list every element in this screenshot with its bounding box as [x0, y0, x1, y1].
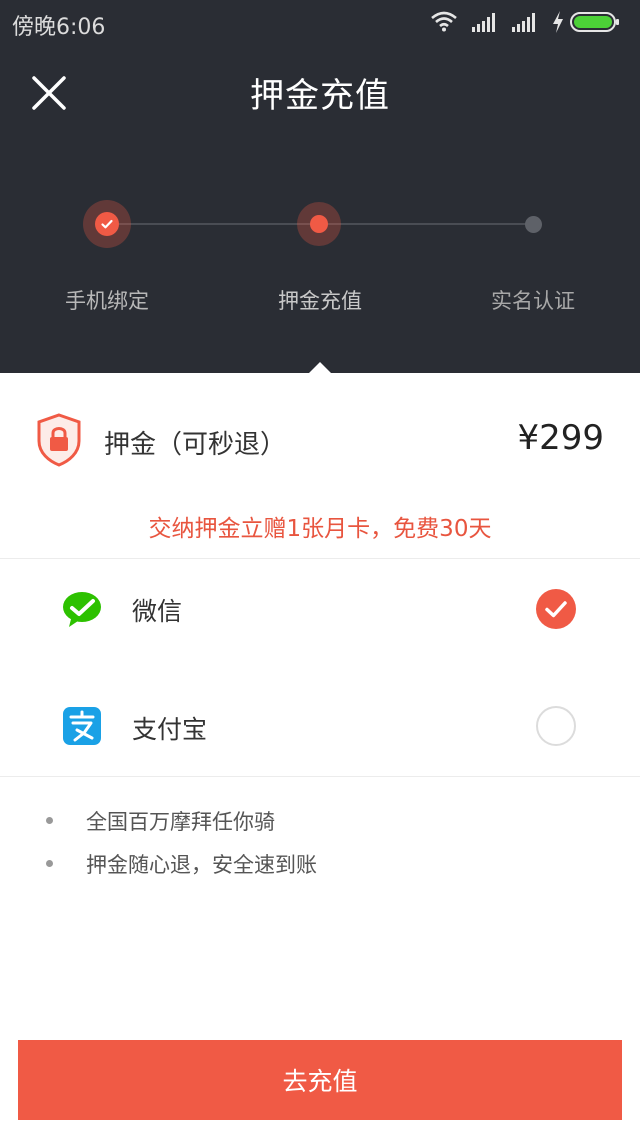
payment-label-alipay: 支付宝 — [132, 715, 208, 744]
deposit-amount: ¥299 — [517, 418, 604, 458]
page-title: 押金充值 — [250, 76, 390, 116]
step-label-verify: 实名认证 — [491, 289, 575, 313]
note-text: 全国百万摩拜任你骑 — [86, 810, 275, 834]
payment-option-alipay[interactable]: 支付宝 — [0, 672, 640, 782]
bullet-icon — [46, 817, 53, 824]
step-pending-indicator — [525, 216, 542, 233]
status-bar: 傍晚6:06 — [0, 0, 640, 44]
charging-icon — [553, 11, 563, 33]
payment-option-wechat[interactable]: 微信 — [0, 554, 640, 664]
step-active-indicator — [310, 215, 328, 233]
radio-unselected[interactable] — [536, 706, 576, 746]
status-time: 傍晚6:06 — [12, 15, 106, 40]
wifi-icon — [431, 11, 457, 32]
shield-lock-icon — [37, 413, 81, 467]
check-icon — [101, 219, 113, 229]
signal-icon — [512, 13, 535, 32]
battery-icon — [570, 12, 619, 32]
check-icon — [545, 601, 567, 618]
step-pointer — [309, 362, 331, 373]
recharge-button[interactable]: 去充值 — [18, 1040, 622, 1120]
step-label-deposit: 押金充值 — [278, 289, 362, 313]
deposit-label: 押金（可秒退） — [104, 430, 287, 460]
note-item: 全国百万摩拜任你骑 — [0, 806, 640, 836]
header-panel: 傍晚6:06 押金充值 手机绑定 押金充值 实名认证 — [0, 0, 640, 373]
payment-label-wechat: 微信 — [132, 597, 183, 626]
step-done-indicator — [95, 212, 119, 236]
note-item: 押金随心退，安全速到账 — [0, 849, 640, 879]
note-text: 押金随心退，安全速到账 — [86, 853, 317, 877]
wechat-icon — [63, 592, 101, 627]
radio-selected[interactable] — [536, 589, 576, 629]
signal-icon — [472, 13, 495, 32]
promo-text: 交纳押金立赠1张月卡，免费30天 — [148, 516, 492, 542]
bullet-icon — [46, 860, 53, 867]
step-label-phone: 手机绑定 — [65, 289, 149, 313]
alipay-icon — [63, 707, 101, 745]
divider — [0, 776, 640, 777]
